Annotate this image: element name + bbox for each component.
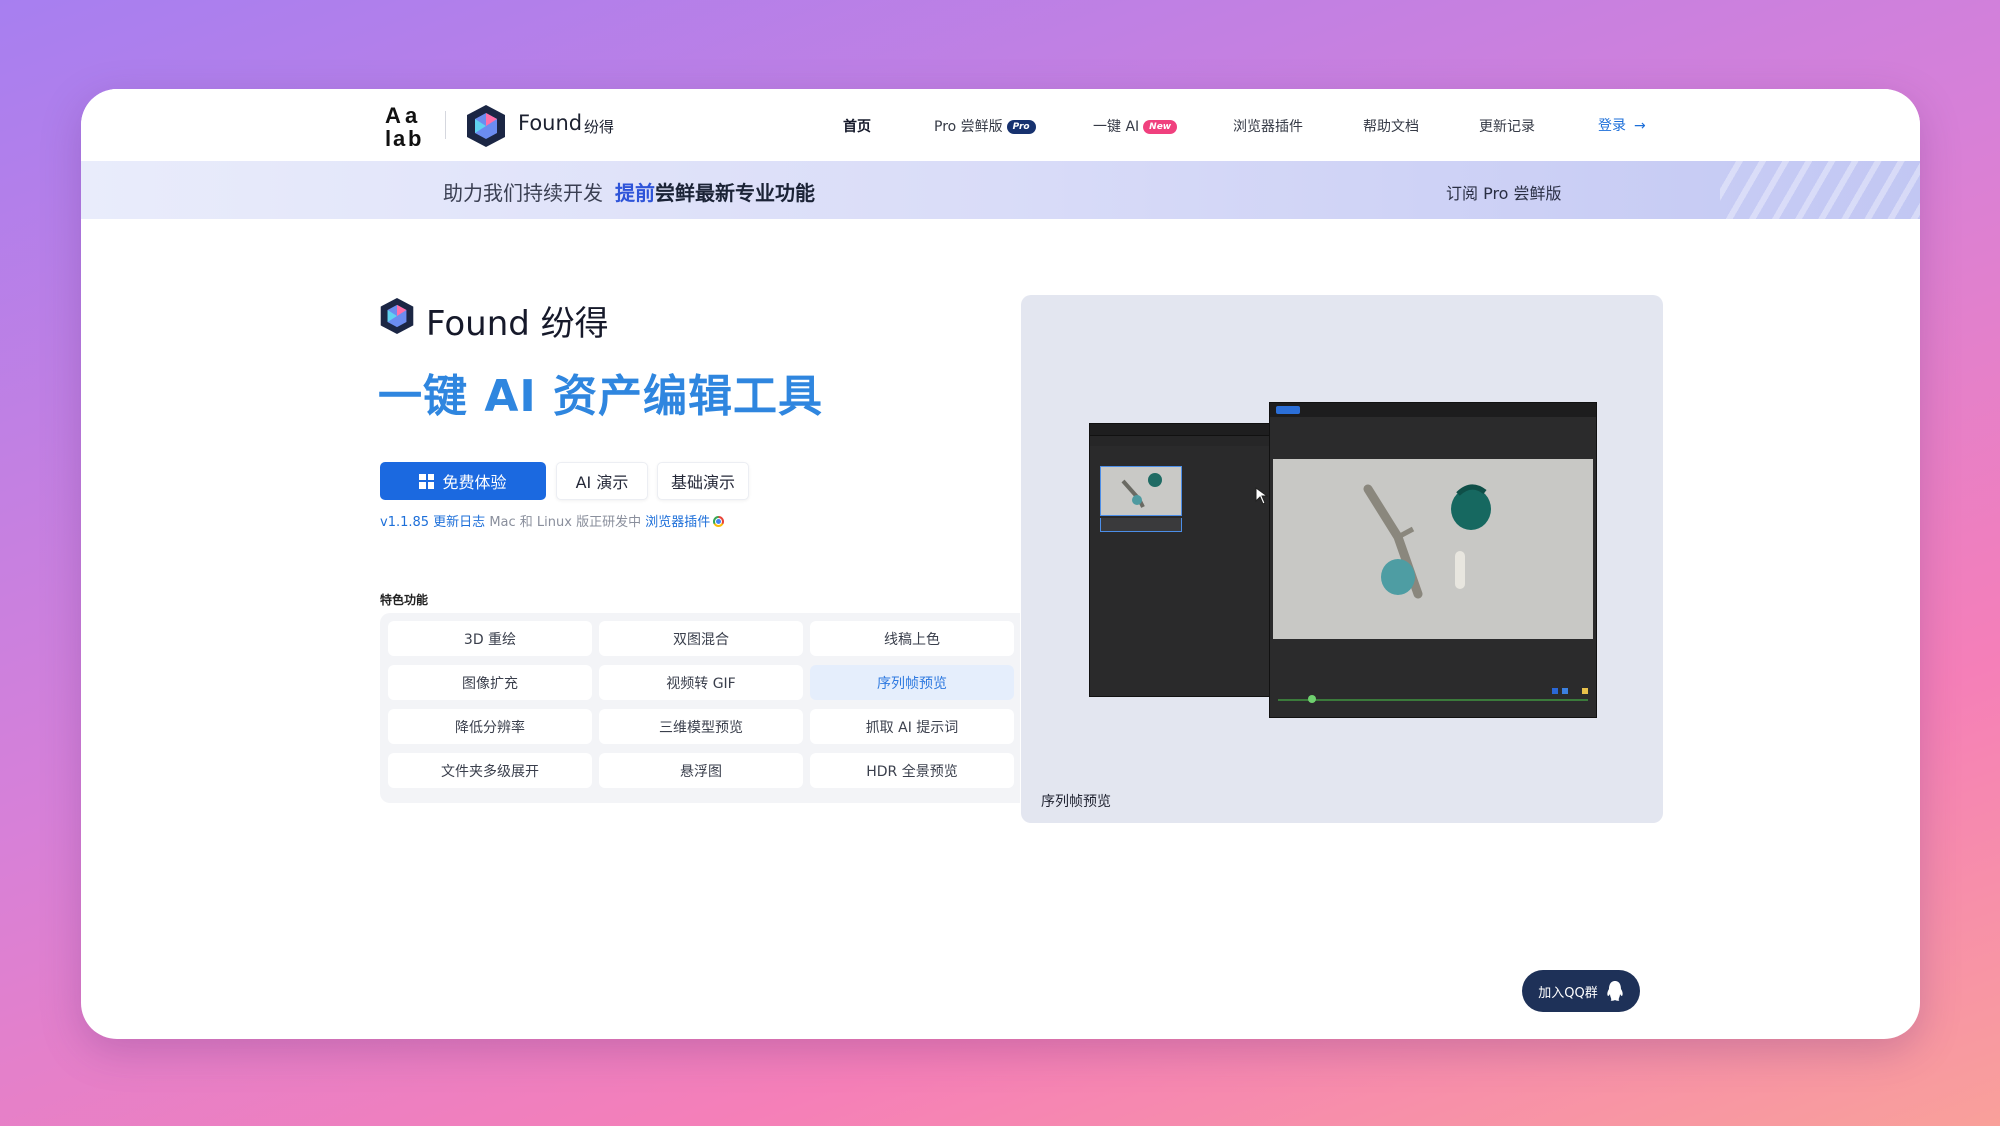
chrome-icon [713,516,725,527]
feature-hdr-preview[interactable]: HDR 全景预览 [810,753,1014,788]
feature-3d-redraw[interactable]: 3D 重绘 [388,621,592,656]
subscribe-pro-link[interactable]: 订阅 Pro 尝鲜版 [1446,180,1562,204]
hero-title: 一键 AI 资产编辑工具 [378,371,824,422]
hero-brand: Found 纷得 [426,304,609,344]
windows-icon [419,473,435,489]
feature-ai-prompt[interactable]: 抓取 AI 提示词 [810,709,1014,744]
preview-canvas [1273,459,1593,639]
aalab-logo-icon[interactable]: A a l a b [383,103,429,149]
feature-3d-model-preview[interactable]: 三维模型预览 [599,709,803,744]
basic-demo-button[interactable]: 基础演示 [657,462,749,500]
login-link[interactable]: 登录 → [1598,115,1646,135]
feature-video-gif[interactable]: 视频转 GIF [599,665,803,700]
qq-penguin-icon [1607,981,1623,1001]
preview-app-window-large [1269,402,1597,718]
feature-preview-panel: 序列帧预览 [1021,295,1663,823]
nav-item-home[interactable]: 首页 [843,116,871,136]
preview-app-window-small [1089,423,1279,697]
nav-divider [445,111,446,139]
promo-banner: 助力我们持续开发 提前尝鲜最新专业功能 订阅 Pro 尝鲜版 [81,161,1920,219]
found-logo-icon[interactable] [465,103,507,149]
feature-lineart-color[interactable]: 线稿上色 [810,621,1014,656]
nav-item-docs[interactable]: 帮助文档 [1363,116,1419,136]
free-trial-button[interactable]: 免费体验 [380,462,546,500]
join-qq-button[interactable]: 加入QQ群 [1522,970,1640,1012]
feature-sequence-preview[interactable]: 序列帧预览 [810,665,1014,700]
changelog-link[interactable]: v1.1.85 更新日志 [380,515,485,530]
nav-item-plugin[interactable]: 浏览器插件 [1233,116,1303,136]
nav-brand-name[interactable]: Found [518,111,582,135]
feature-image-expand[interactable]: 图像扩充 [388,665,592,700]
features-grid: 3D 重绘 双图混合 线稿上色 图像扩充 视频转 GIF 序列帧预览 降低分辨率… [380,613,1020,803]
svg-text:a: a [393,126,406,149]
svg-text:l: l [385,126,391,149]
pro-badge: Pro [1006,120,1036,134]
ai-demo-button[interactable]: AI 演示 [556,462,648,500]
new-badge: New [1143,120,1178,134]
version-links: v1.1.85 更新日志 Mac 和 Linux 版正研发中 浏览器插件 [380,511,725,530]
feature-downscale[interactable]: 降低分辨率 [388,709,592,744]
nav-item-ai[interactable]: 一键 AI New [1093,116,1178,136]
found-hero-logo-icon [380,298,414,334]
arrow-right-icon: → [1634,118,1646,134]
browser-plugin-link[interactable]: 浏览器插件 [645,515,710,530]
nav-brand-cn[interactable]: 纷得 [584,116,614,137]
thumbnail-image [1100,466,1182,516]
browser-window: A a l a b Found 纷得 首页 Pro 尝鲜版 Pro 一键 AI Ne… [81,89,1920,1039]
feature-float-image[interactable]: 悬浮图 [599,753,803,788]
svg-text:A: A [385,103,401,128]
feature-folder-expand[interactable]: 文件夹多级展开 [388,753,592,788]
top-nav: A a l a b Found 纷得 首页 Pro 尝鲜版 Pro 一键 AI Ne… [81,89,1920,161]
promo-stripes [1720,161,1920,219]
nav-item-pro[interactable]: Pro 尝鲜版 Pro [934,116,1036,136]
preview-caption: 序列帧预览 [1041,794,1111,810]
features-label: 特色功能 [380,593,429,607]
feature-dual-blend[interactable]: 双图混合 [599,621,803,656]
promo-text: 助力我们持续开发 提前尝鲜最新专业功能 [443,181,815,205]
nav-item-changelog[interactable]: 更新记录 [1479,116,1535,136]
platform-note: Mac 和 Linux 版正研发中 [485,515,646,530]
svg-text:b: b [408,126,421,149]
svg-text:a: a [405,103,418,128]
